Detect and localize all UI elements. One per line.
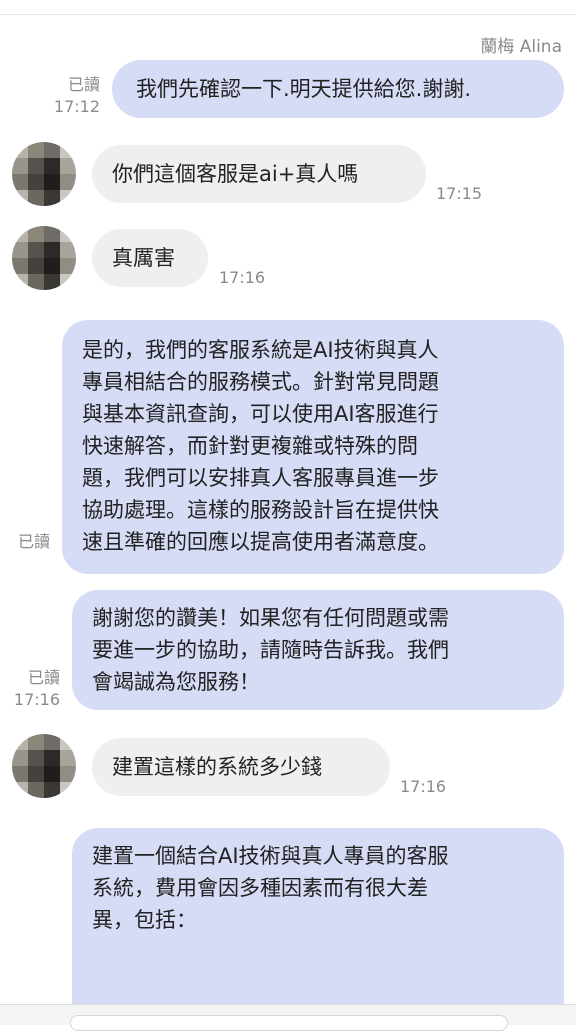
message-bubble-outgoing[interactable]: 是的，我們的客服系統是AI技術與真人 專員相結合的服務模式。針對常見問題 與基本…: [62, 320, 564, 574]
message-time: 17:12: [53, 97, 100, 116]
sender-name: 蘭梅 Alina: [480, 37, 562, 57]
message-bubble-outgoing[interactable]: 建置一個結合AI技術與真人專員的客服 系統，費用會因多種因素而有很大差 異，包括…: [72, 828, 564, 1018]
message-bubble-incoming[interactable]: 建置這樣的系統多少錢: [92, 738, 390, 796]
message-time: 17:16: [13, 690, 60, 709]
message-bubble-outgoing[interactable]: 謝謝您的讚美！如果您有任何問題或需 要進一步的協助，請隨時告訴我。我們 會竭誠為…: [72, 590, 564, 710]
message-bubble-outgoing[interactable]: 我們先確認一下.明天提供給您.謝謝.: [112, 60, 564, 118]
blurred-avatar-icon[interactable]: [12, 142, 76, 206]
blurred-avatar-icon[interactable]: [12, 734, 76, 798]
message-status: 已讀 17:16: [6, 667, 60, 711]
message-time: 17:16: [400, 777, 447, 796]
message-text: 你們這個客服是ai+真人嗎: [112, 162, 359, 186]
read-receipt: 已讀: [67, 75, 100, 94]
message-bubble-incoming[interactable]: 你們這個客服是ai+真人嗎: [92, 145, 426, 203]
blurred-avatar-icon[interactable]: [12, 226, 76, 290]
message-line: 與基本資訊查詢，可以使用AI客服進行: [82, 402, 439, 426]
message-status: 已讀 17:12: [30, 74, 100, 118]
message-bubble-incoming[interactable]: 真厲害: [92, 229, 208, 287]
message-line: 是的，我們的客服系統是AI技術與真人: [82, 338, 439, 362]
message-text: 我們先確認一下.明天提供給您.謝謝.: [136, 77, 472, 101]
message-line: 題，我們可以安排真人客服專員進一步: [82, 466, 439, 490]
message-text: 建置這樣的系統多少錢: [112, 755, 322, 779]
message-input[interactable]: [70, 1015, 508, 1031]
message-time: 17:15: [436, 184, 483, 203]
message-line: 速且準確的回應以提高使用者滿意度。: [82, 530, 439, 554]
read-receipt: 已讀: [17, 532, 50, 551]
message-line: 建置一個結合AI技術與真人專員的客服: [92, 844, 449, 868]
message-line: 會竭誠為您服務！: [92, 670, 260, 694]
message-text: 真厲害: [112, 246, 175, 270]
top-divider: [0, 14, 576, 15]
read-receipt: 已讀: [27, 668, 60, 687]
message-line: 專員相結合的服務模式。針對常見問題: [82, 370, 439, 394]
message-line: 謝謝您的讚美！如果您有任何問題或需: [92, 606, 449, 630]
message-line: 協助處理。這樣的服務設計旨在提供快: [82, 498, 439, 522]
message-line: 要進一步的協助，請隨時告訴我。我們: [92, 638, 449, 662]
message-line: 異，包括：: [92, 908, 197, 932]
message-time: 17:16: [219, 268, 266, 287]
message-line: 快速解答，而針對更複雜或特殊的問: [82, 434, 418, 458]
message-line: 系統，費用會因多種因素而有很大差: [92, 876, 428, 900]
